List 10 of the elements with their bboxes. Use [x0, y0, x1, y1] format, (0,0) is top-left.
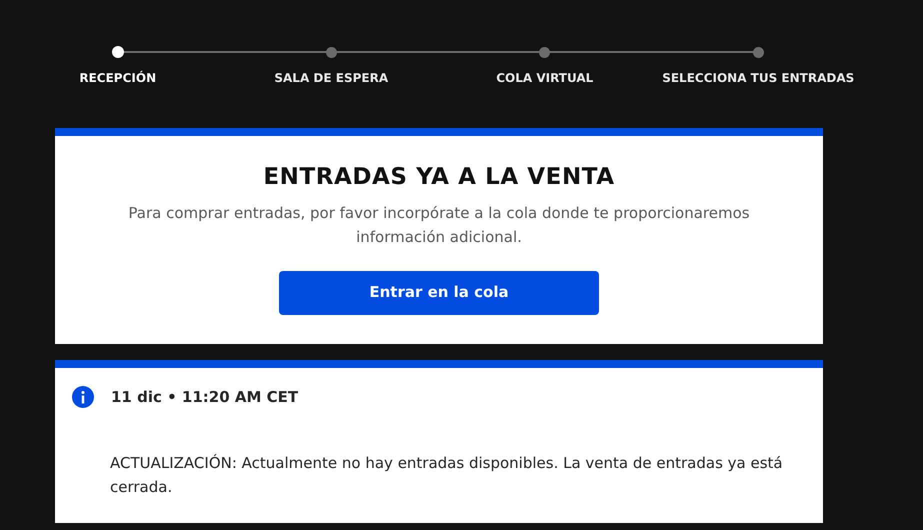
step-label: RECEPCIÓN: [79, 70, 156, 87]
update-message: ACTUALIZACIÓN: Actualmente no hay entradas disponibles. La venta de entradas ya está cerrada.: [110, 452, 784, 498]
step-label: SELECCIONA TUS ENTRADAS: [662, 70, 854, 87]
update-timestamp: 11 dic • 11:20 AM CET: [111, 387, 298, 408]
card-title: ENTRADAS YA A LA VENTA: [263, 163, 615, 192]
info-icon: [72, 386, 94, 408]
step-label: COLA VIRTUAL: [496, 70, 594, 87]
join-queue-button[interactable]: Entrar en la cola: [279, 270, 599, 314]
card-description: Para comprar entradas, por favor incorpórate a la cola donde te proporcionaremos información adicional.: [127, 202, 751, 248]
step-label: SALA DE ESPERA: [274, 70, 388, 87]
